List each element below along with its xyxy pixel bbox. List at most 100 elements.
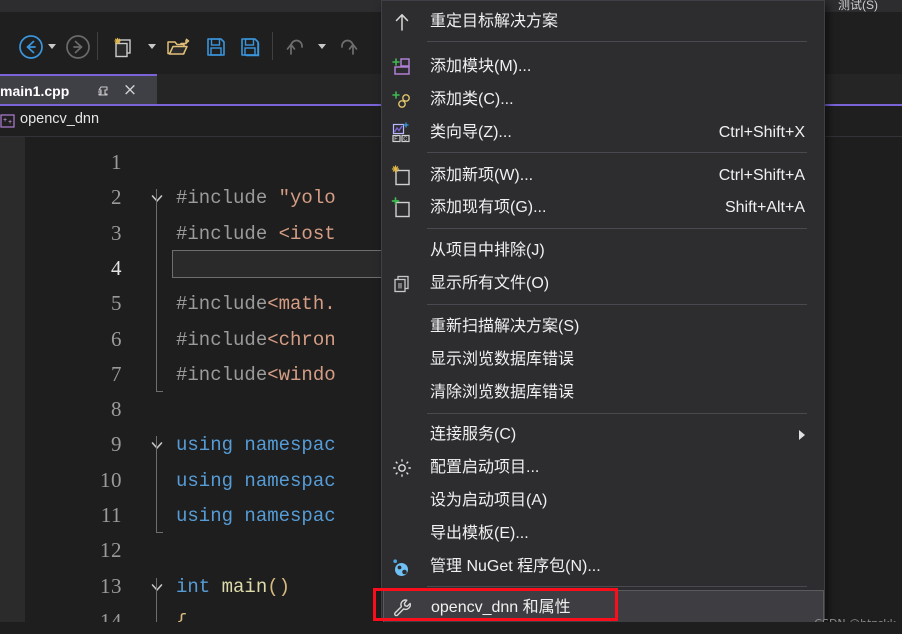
code-line[interactable]: #include<math.	[176, 293, 336, 315]
pin-icon[interactable]	[96, 85, 110, 99]
code-line[interactable]: using namespac	[176, 470, 336, 492]
svg-text:+: +	[8, 119, 12, 126]
menu-item-label: 显示所有文件(O)	[430, 275, 550, 292]
code-line[interactable]: using namespac	[176, 505, 336, 527]
new-project-icon[interactable]	[110, 34, 136, 60]
add-module-icon	[391, 56, 413, 78]
add-new-item-icon	[391, 165, 413, 187]
menu-item-class-wizard[interactable]: F C 类向导(Z)... Ctrl+Shift+X	[383, 116, 824, 149]
menu-item-label: 配置启动项目...	[430, 459, 540, 476]
menu-item-clear-browse-db-errors[interactable]: 清除浏览数据库错误	[383, 376, 824, 409]
collapse-chevron-icon[interactable]	[150, 438, 164, 452]
svg-text:+: +	[3, 117, 7, 124]
menu-item-label: 显示浏览数据库错误	[430, 351, 575, 368]
class-wizard-icon: FC	[391, 122, 413, 144]
menu-item-set-as-startup[interactable]: 设为启动项目(A)	[383, 484, 824, 517]
menu-separator	[427, 586, 807, 587]
redo-icon	[335, 34, 361, 60]
line-number: 5	[111, 291, 122, 316]
line-number: 3	[111, 220, 122, 245]
menu-item-connected-services[interactable]: 连接服务(C)	[383, 418, 824, 451]
undo-dropdown-icon[interactable]	[318, 44, 327, 50]
menu-item-label: 添加类(C)...	[430, 91, 514, 108]
menu-item-rescan-solution[interactable]: 重新扫描解决方案(S)	[383, 310, 824, 343]
menu-item-label: 添加模块(M)...	[430, 58, 532, 75]
svg-text:C: C	[403, 137, 407, 143]
code-line[interactable]: #include<chron	[176, 329, 336, 351]
menu-item-shortcut: Ctrl+Shift+X	[718, 124, 805, 141]
add-existing-icon	[391, 197, 413, 219]
tab-label: main1.cpp	[0, 83, 70, 99]
menu-item-label: 重新扫描解决方案(S)	[430, 318, 580, 335]
code-line[interactable]: #include "yolo	[176, 187, 336, 209]
add-class-icon	[391, 89, 413, 111]
editor-left-margin	[0, 137, 25, 634]
submenu-arrow-icon	[799, 430, 805, 440]
save-icon[interactable]	[203, 34, 229, 60]
outline-guide-end	[156, 532, 163, 534]
code-line[interactable]: int main()	[176, 576, 290, 598]
navigate-backward-dropdown-icon[interactable]	[48, 44, 57, 50]
menubar-item-7[interactable]: 测试(S)	[838, 0, 878, 12]
code-line[interactable]: #include<windo	[176, 364, 336, 386]
code-line[interactable]: using namespac	[176, 434, 336, 456]
menu-item-configure-startup[interactable]: 配置启动项目...	[383, 451, 824, 484]
outline-guide	[156, 436, 157, 533]
line-number: 1	[111, 150, 122, 174]
menu-separator	[427, 152, 807, 153]
menu-item-label: 设为启动项目(A)	[430, 492, 548, 509]
menu-item-manage-nuget[interactable]: 管理 NuGet 程序包(N)...	[383, 550, 824, 583]
navigate-forward-icon	[65, 34, 91, 60]
menu-separator	[427, 304, 807, 305]
outline-guide	[156, 189, 157, 392]
bottom-strip	[0, 622, 902, 634]
menu-item-add-class[interactable]: 添加类(C)...	[383, 83, 824, 116]
menu-item-shortcut: Ctrl+Shift+A	[718, 167, 805, 184]
line-number: 7	[111, 361, 122, 386]
menu-item-retarget-solution[interactable]: 重定目标解决方案	[383, 5, 824, 38]
menu-item-add-module[interactable]: 添加模块(M)...	[383, 50, 824, 83]
line-number: 2	[111, 185, 122, 210]
menu-item-label: 重定目标解决方案	[430, 13, 559, 30]
collapse-chevron-icon[interactable]	[150, 580, 164, 594]
open-file-icon[interactable]	[165, 34, 191, 60]
menu-item-show-all-files[interactable]: 显示所有文件(O)	[383, 267, 824, 300]
menu-separator	[427, 41, 807, 42]
line-number: 8	[111, 397, 122, 422]
menu-item-label: 导出模板(E)...	[430, 525, 529, 542]
menu-item-add-existing-item[interactable]: 添加现有项(G)... Shift+Alt+A	[383, 191, 824, 224]
line-number: 9	[111, 432, 122, 457]
collapse-chevron-icon[interactable]	[150, 191, 164, 205]
menu-item-label: 连接服务(C)	[430, 426, 517, 443]
visual-studio-window: ws 调试器 1234567891011121314 #include "yol…	[0, 0, 902, 634]
project-context-menu[interactable]: 重定目标解决方案 添加模块(M)... 添加类(C)... F C 类向导(Z)... Ct…	[381, 0, 825, 623]
save-all-icon[interactable]	[237, 34, 263, 60]
menu-separator	[427, 228, 807, 229]
menu-item-add-new-item[interactable]: 添加新项(W)... Ctrl+Shift+A	[383, 159, 824, 192]
new-project-dropdown-icon[interactable]	[148, 44, 157, 50]
up-arrow-icon	[391, 11, 413, 33]
navigate-backward-icon[interactable]	[18, 34, 44, 60]
nuget-icon	[391, 556, 413, 578]
menu-item-label: 添加现有项(G)...	[430, 199, 547, 216]
annotation-highlight-box	[373, 588, 618, 621]
menu-item-shortcut: Shift+Alt+A	[724, 199, 805, 216]
tab-main1-cpp[interactable]: main1.cpp ×	[0, 74, 157, 106]
line-number: 13	[100, 573, 122, 598]
line-number: 6	[111, 326, 122, 351]
menu-item-show-browse-db-errors[interactable]: 显示浏览数据库错误	[383, 343, 824, 376]
toolbar-separator	[97, 32, 98, 60]
line-number-gutter: 1 2 3 4 5 6 7 8 9 10 11 12 13 14	[26, 137, 130, 634]
close-icon[interactable]: ×	[122, 82, 138, 99]
gear-icon	[391, 457, 413, 479]
line-number: 10	[100, 467, 122, 492]
menu-item-label: 添加新项(W)...	[430, 167, 534, 184]
line-number: 4	[111, 255, 122, 280]
menu-item-label: 管理 NuGet 程序包(N)...	[430, 558, 601, 575]
menu-item-export-template[interactable]: 导出模板(E)...	[383, 517, 824, 550]
breadcrumb-project-name[interactable]: opencv_dnn	[20, 111, 99, 127]
code-line[interactable]: #include <iost	[176, 223, 336, 245]
outline-guide-end	[156, 391, 163, 393]
outlining-column[interactable]	[150, 137, 172, 634]
menu-item-exclude-from-project[interactable]: 从项目中排除(J)	[383, 234, 824, 267]
